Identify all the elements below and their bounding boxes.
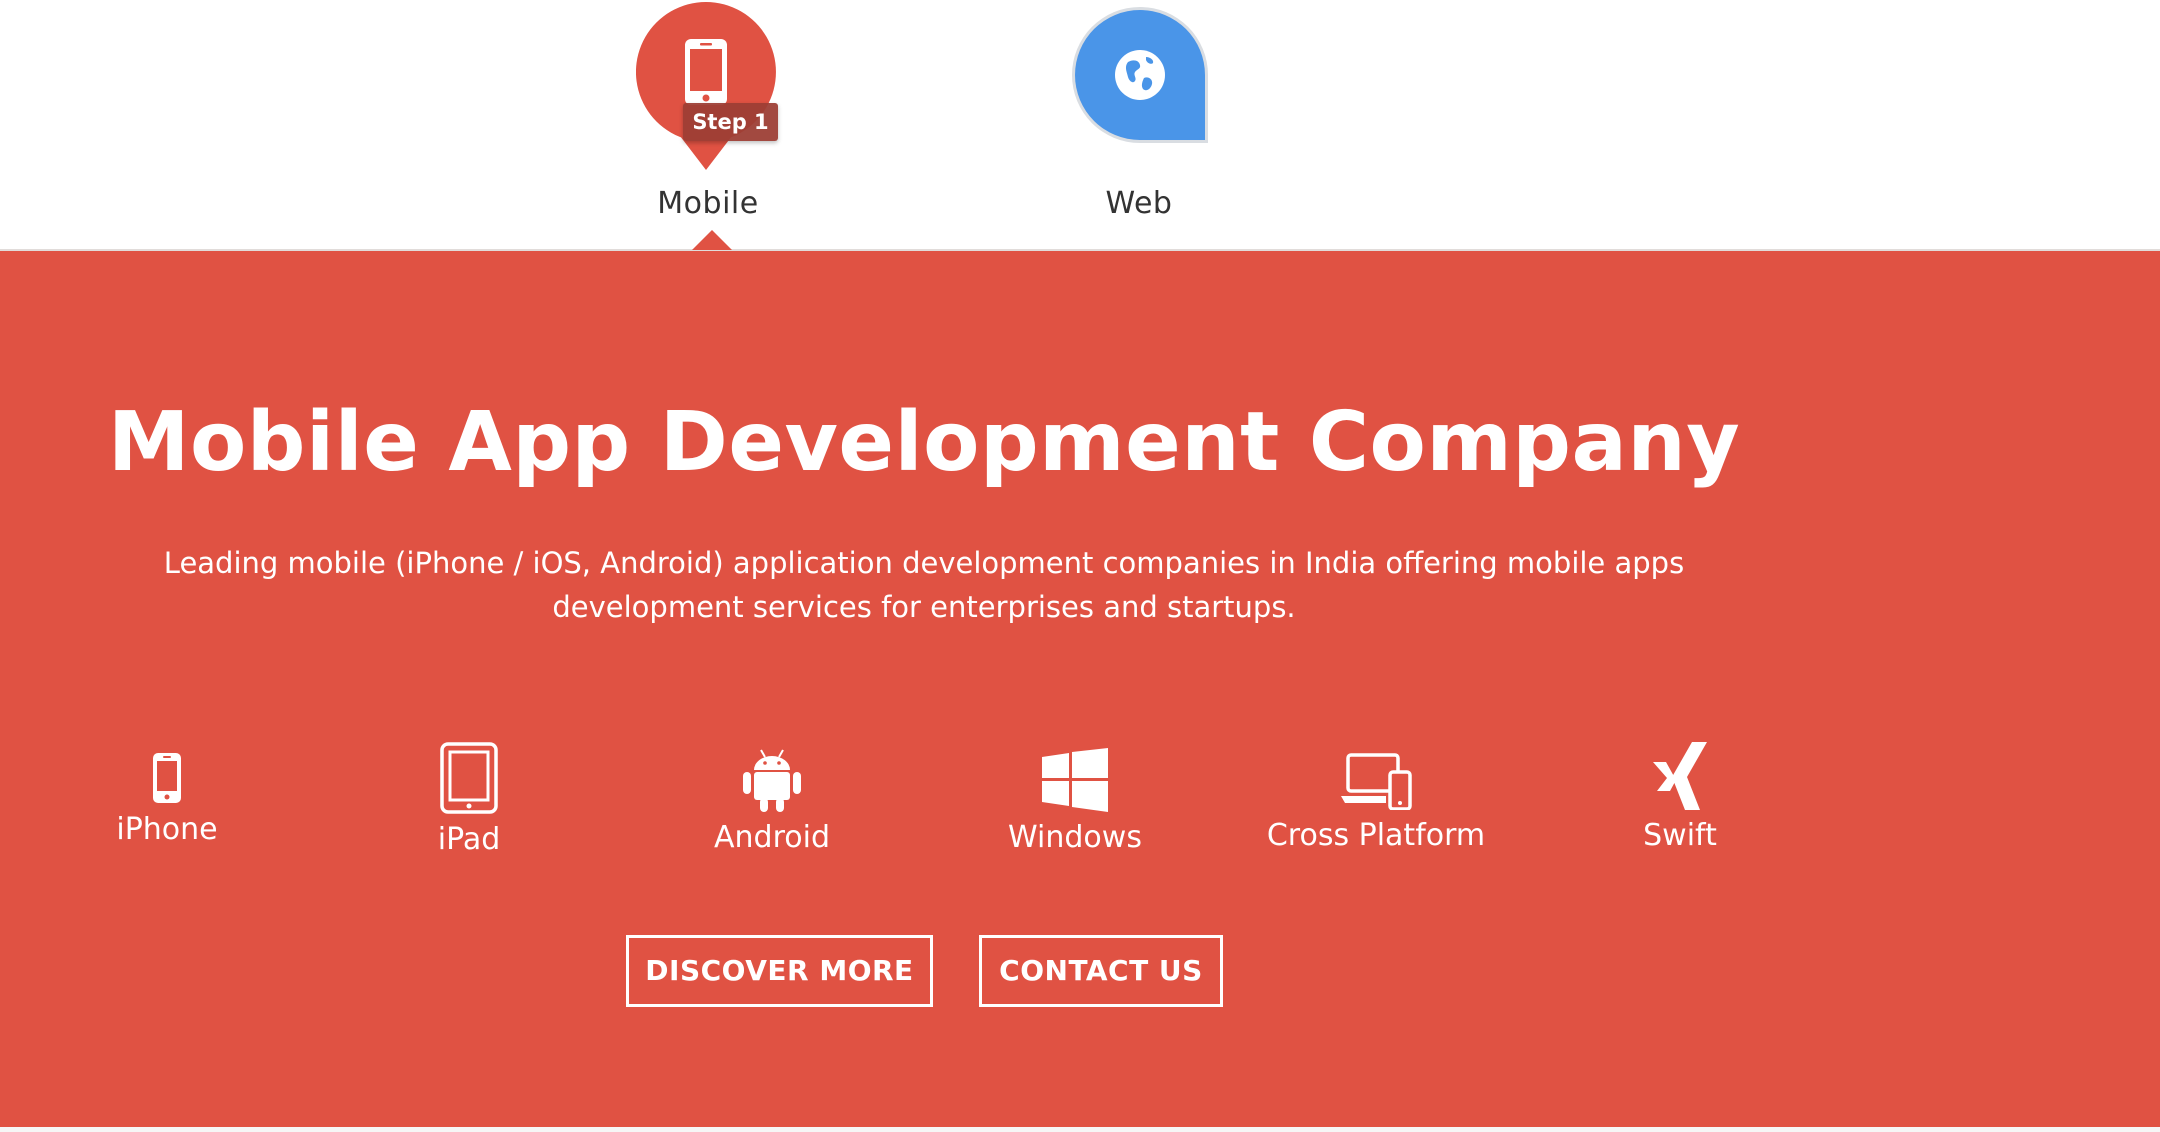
swift-icon: [1653, 742, 1707, 810]
web-pin: [1070, 5, 1210, 145]
platform-cross-label: Cross Platform: [1266, 818, 1486, 853]
platform-windows-label: Windows: [1008, 820, 1142, 855]
platform-ipad-label: iPad: [437, 822, 501, 857]
platform-swift[interactable]: Swift: [1530, 742, 1830, 853]
platform-ipad[interactable]: iPad: [319, 742, 619, 857]
tab-web-label: Web: [1105, 186, 1173, 221]
windows-icon: [1042, 748, 1108, 812]
globe-icon: [1070, 5, 1210, 145]
tabs-divider: [0, 249, 2160, 251]
service-tabs: Mobile Web Step 1: [0, 0, 2160, 249]
platform-android[interactable]: Android: [622, 748, 922, 855]
hero-description: Leading mobile (iPhone / iOS, Android) a…: [163, 546, 1685, 624]
platform-iphone[interactable]: iPhone: [17, 752, 317, 847]
contact-us-button[interactable]: CONTACT US: [979, 935, 1223, 1007]
tab-mobile-label: Mobile: [657, 186, 759, 221]
step-tooltip: Step 1: [683, 103, 778, 141]
platform-list: iPhone iPad Android Windows Cross Platfo…: [0, 740, 2160, 870]
bottom-strip: [0, 1127, 2160, 1132]
active-tab-notch: [692, 230, 732, 250]
tab-web[interactable]: Web: [999, 0, 1279, 249]
page-title: Mobile App Development Company: [107, 395, 1741, 490]
platform-cross[interactable]: Cross Platform: [1226, 752, 1526, 853]
platform-iphone-label: iPhone: [116, 812, 218, 847]
cross-platform-icon: [1341, 753, 1412, 810]
platform-windows[interactable]: Windows: [925, 748, 1225, 855]
iphone-icon: [153, 753, 181, 803]
android-icon: [743, 749, 801, 812]
discover-more-button[interactable]: DISCOVER MORE: [626, 935, 933, 1007]
cta-buttons: DISCOVER MORE CONTACT US: [0, 935, 2160, 1007]
platform-swift-label: Swift: [1643, 818, 1717, 853]
platform-android-label: Android: [714, 820, 830, 855]
ipad-icon: [440, 742, 498, 814]
